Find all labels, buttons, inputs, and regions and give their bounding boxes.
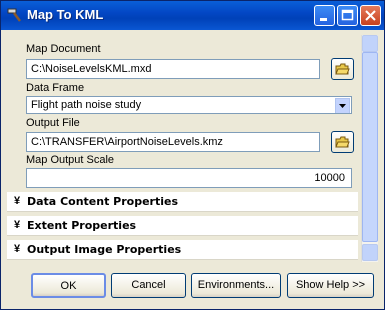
- environments-button[interactable]: Environments...: [191, 273, 281, 298]
- output-file-input[interactable]: C:\TRANSFER\AirportNoiseLevels.kmz: [26, 132, 320, 152]
- close-icon: [365, 10, 376, 21]
- scroll-down-arrow-icon[interactable]: [362, 244, 378, 261]
- section-extent-properties[interactable]: ¥ Extent Properties: [7, 216, 358, 236]
- maximize-button[interactable]: [337, 5, 358, 26]
- output-file-label: Output File: [26, 117, 80, 129]
- data-frame-select[interactable]: Flight path noise study: [26, 96, 352, 114]
- chevron-down-icon: ¥: [14, 219, 21, 231]
- scroll-thumb[interactable]: [362, 52, 378, 242]
- close-button[interactable]: [360, 5, 381, 26]
- window-title: Map To KML: [27, 7, 104, 22]
- map-output-scale-label: Map Output Scale: [26, 154, 115, 166]
- dropdown-button[interactable]: [335, 98, 350, 113]
- chevron-down-icon: ¥: [14, 195, 21, 207]
- map-to-kml-dialog: Map To KML Map Document C:\NoiseLevelsKM…: [0, 0, 385, 310]
- title-bar[interactable]: Map To KML: [1, 1, 384, 30]
- open-folder-icon: [335, 63, 350, 75]
- map-document-browse-button[interactable]: [331, 58, 354, 80]
- section-data-content-properties[interactable]: ¥ Data Content Properties: [7, 192, 358, 212]
- hammer-tool-icon: [7, 8, 21, 22]
- chevron-down-icon: ¥: [14, 243, 21, 255]
- maximize-icon: [341, 9, 354, 21]
- section-output-image-properties[interactable]: ¥ Output Image Properties: [7, 240, 358, 260]
- cancel-button[interactable]: Cancel: [111, 273, 186, 298]
- map-document-label: Map Document: [26, 43, 101, 55]
- data-frame-label: Data Frame: [26, 82, 85, 94]
- minimize-icon: [320, 18, 327, 21]
- minimize-button[interactable]: [314, 5, 335, 26]
- show-help-button[interactable]: Show Help >>: [287, 273, 374, 298]
- section-label: Output Image Properties: [27, 243, 182, 256]
- output-file-browse-button[interactable]: [331, 131, 354, 153]
- data-frame-value: Flight path noise study: [31, 99, 142, 111]
- chevron-down-icon: [339, 104, 346, 108]
- map-output-scale-input[interactable]: 10000: [26, 168, 352, 188]
- section-label: Extent Properties: [27, 219, 137, 232]
- vertical-scrollbar[interactable]: [361, 35, 378, 262]
- open-folder-icon: [335, 136, 350, 148]
- map-document-input[interactable]: C:\NoiseLevelsKML.mxd: [26, 59, 320, 79]
- scroll-up-arrow-icon[interactable]: [362, 35, 378, 52]
- ok-button[interactable]: OK: [31, 273, 106, 298]
- section-label: Data Content Properties: [27, 195, 179, 208]
